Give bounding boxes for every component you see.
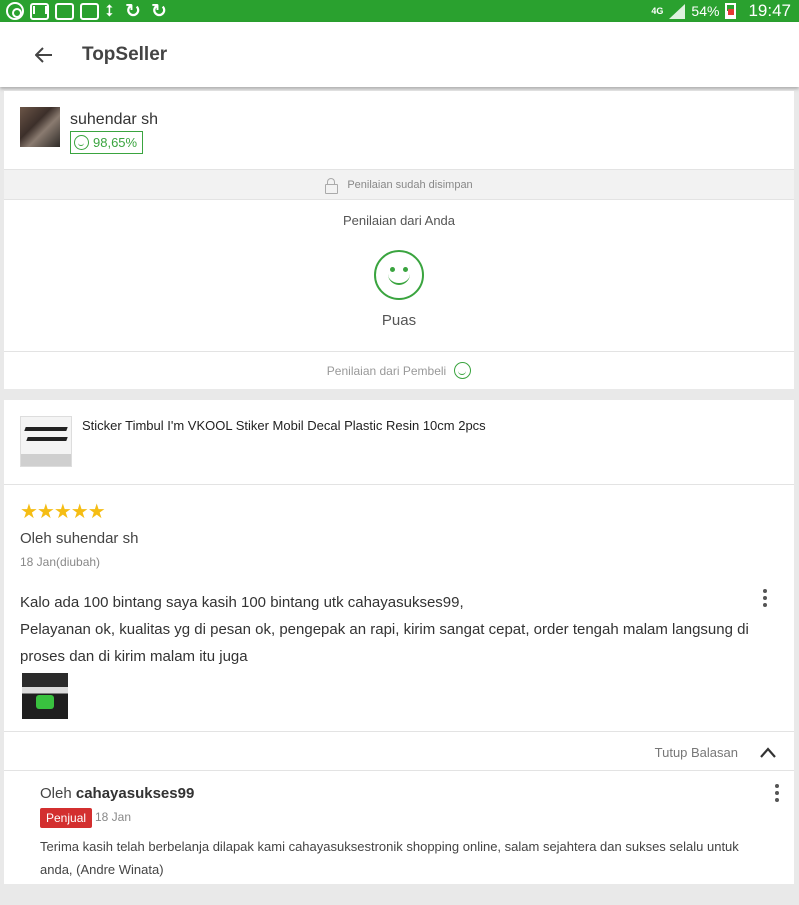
smiley-icon <box>454 362 472 379</box>
seller-info[interactable]: suhendar sh 98,65% <box>4 91 794 169</box>
reply-text: Terima kasih telah berbelanja dilapak ka… <box>40 839 739 877</box>
review-date: 18 Jan(diubah) <box>20 555 101 569</box>
battery-percent: 54% <box>691 3 720 19</box>
product-name[interactable]: Sticker Timbul I'm VKOOL Stiker Mobil De… <box>82 418 486 433</box>
review: ★★★★★ Oleh suhendar sh 18 Jan(diubah) Ka… <box>4 485 794 731</box>
arrow-back-icon <box>35 46 52 63</box>
product-thumbnail[interactable] <box>20 416 72 467</box>
seller-reply: Oleh cahayasukses99 Penjual 18 Jan Terim… <box>4 771 794 883</box>
seller-rating-badge: 98,65% <box>70 131 144 154</box>
review-photo[interactable] <box>22 673 68 719</box>
system-status: 4G 54% 19:47 <box>651 0 791 22</box>
app-bar: TopSeller <box>0 22 799 87</box>
seller-badge: Penjual <box>40 808 93 828</box>
reply-author-prefix: Oleh <box>40 785 72 802</box>
your-rating-result: Puas <box>381 312 417 329</box>
back-button[interactable] <box>24 35 64 75</box>
rating-saved-text: Penilaian sudah disimpan <box>347 178 473 191</box>
review-card: Sticker Timbul I'm VKOOL Stiker Mobil De… <box>4 400 794 884</box>
email-notification-icon <box>80 2 99 20</box>
reply-more-options-button[interactable] <box>767 781 787 805</box>
smiley-icon <box>74 135 89 150</box>
reply-toggle[interactable]: Tutup Balasan <box>4 731 794 771</box>
chevron-up-icon[interactable] <box>760 745 776 761</box>
sync-icon-2 <box>151 3 171 20</box>
reply-date: 18 Jan <box>95 810 132 824</box>
star-rating: ★★★★★ <box>20 501 106 523</box>
review-text: Kalo ada 100 bintang saya kasih 100 bint… <box>20 594 749 665</box>
clock: 19:47 <box>748 1 791 20</box>
camera-notification-icon <box>6 2 24 20</box>
notification-icons <box>0 2 171 20</box>
lock-icon <box>325 177 339 194</box>
seller-rating-card: suhendar sh 98,65% Penilaian sudah disim… <box>4 91 794 389</box>
rating-saved-bar: Penilaian sudah disimpan <box>4 169 794 200</box>
seller-name[interactable]: suhendar sh <box>70 111 158 129</box>
reply-author-name: cahayasukses99 <box>75 785 195 802</box>
gallery-notification-icon <box>55 2 74 20</box>
battery-icon <box>725 3 737 19</box>
network-type: 4G <box>651 5 664 16</box>
buyer-rating-label: Penilaian dari Pembeli <box>326 363 447 378</box>
seller-avatar[interactable] <box>20 107 60 147</box>
product-row[interactable]: Sticker Timbul I'm VKOOL Stiker Mobil De… <box>4 400 794 485</box>
mail-notification-icon <box>30 2 49 20</box>
status-bar: 4G 54% 19:47 <box>0 0 799 22</box>
signal-icon <box>669 3 686 19</box>
reply-author: Oleh cahayasukses99 <box>40 785 194 802</box>
seller-rating-value: 98,65% <box>93 135 138 150</box>
your-rating-label: Penilaian dari Anda <box>342 213 456 228</box>
review-author: Oleh suhendar sh <box>20 530 139 547</box>
usb-icon <box>105 3 119 20</box>
sync-icon <box>125 3 145 20</box>
page-title: TopSeller <box>82 43 168 65</box>
close-replies-button[interactable]: Tutup Balasan <box>655 745 738 760</box>
buyer-rating-row: Penilaian dari Pembeli <box>4 351 794 389</box>
satisfied-smiley-icon <box>374 250 424 300</box>
